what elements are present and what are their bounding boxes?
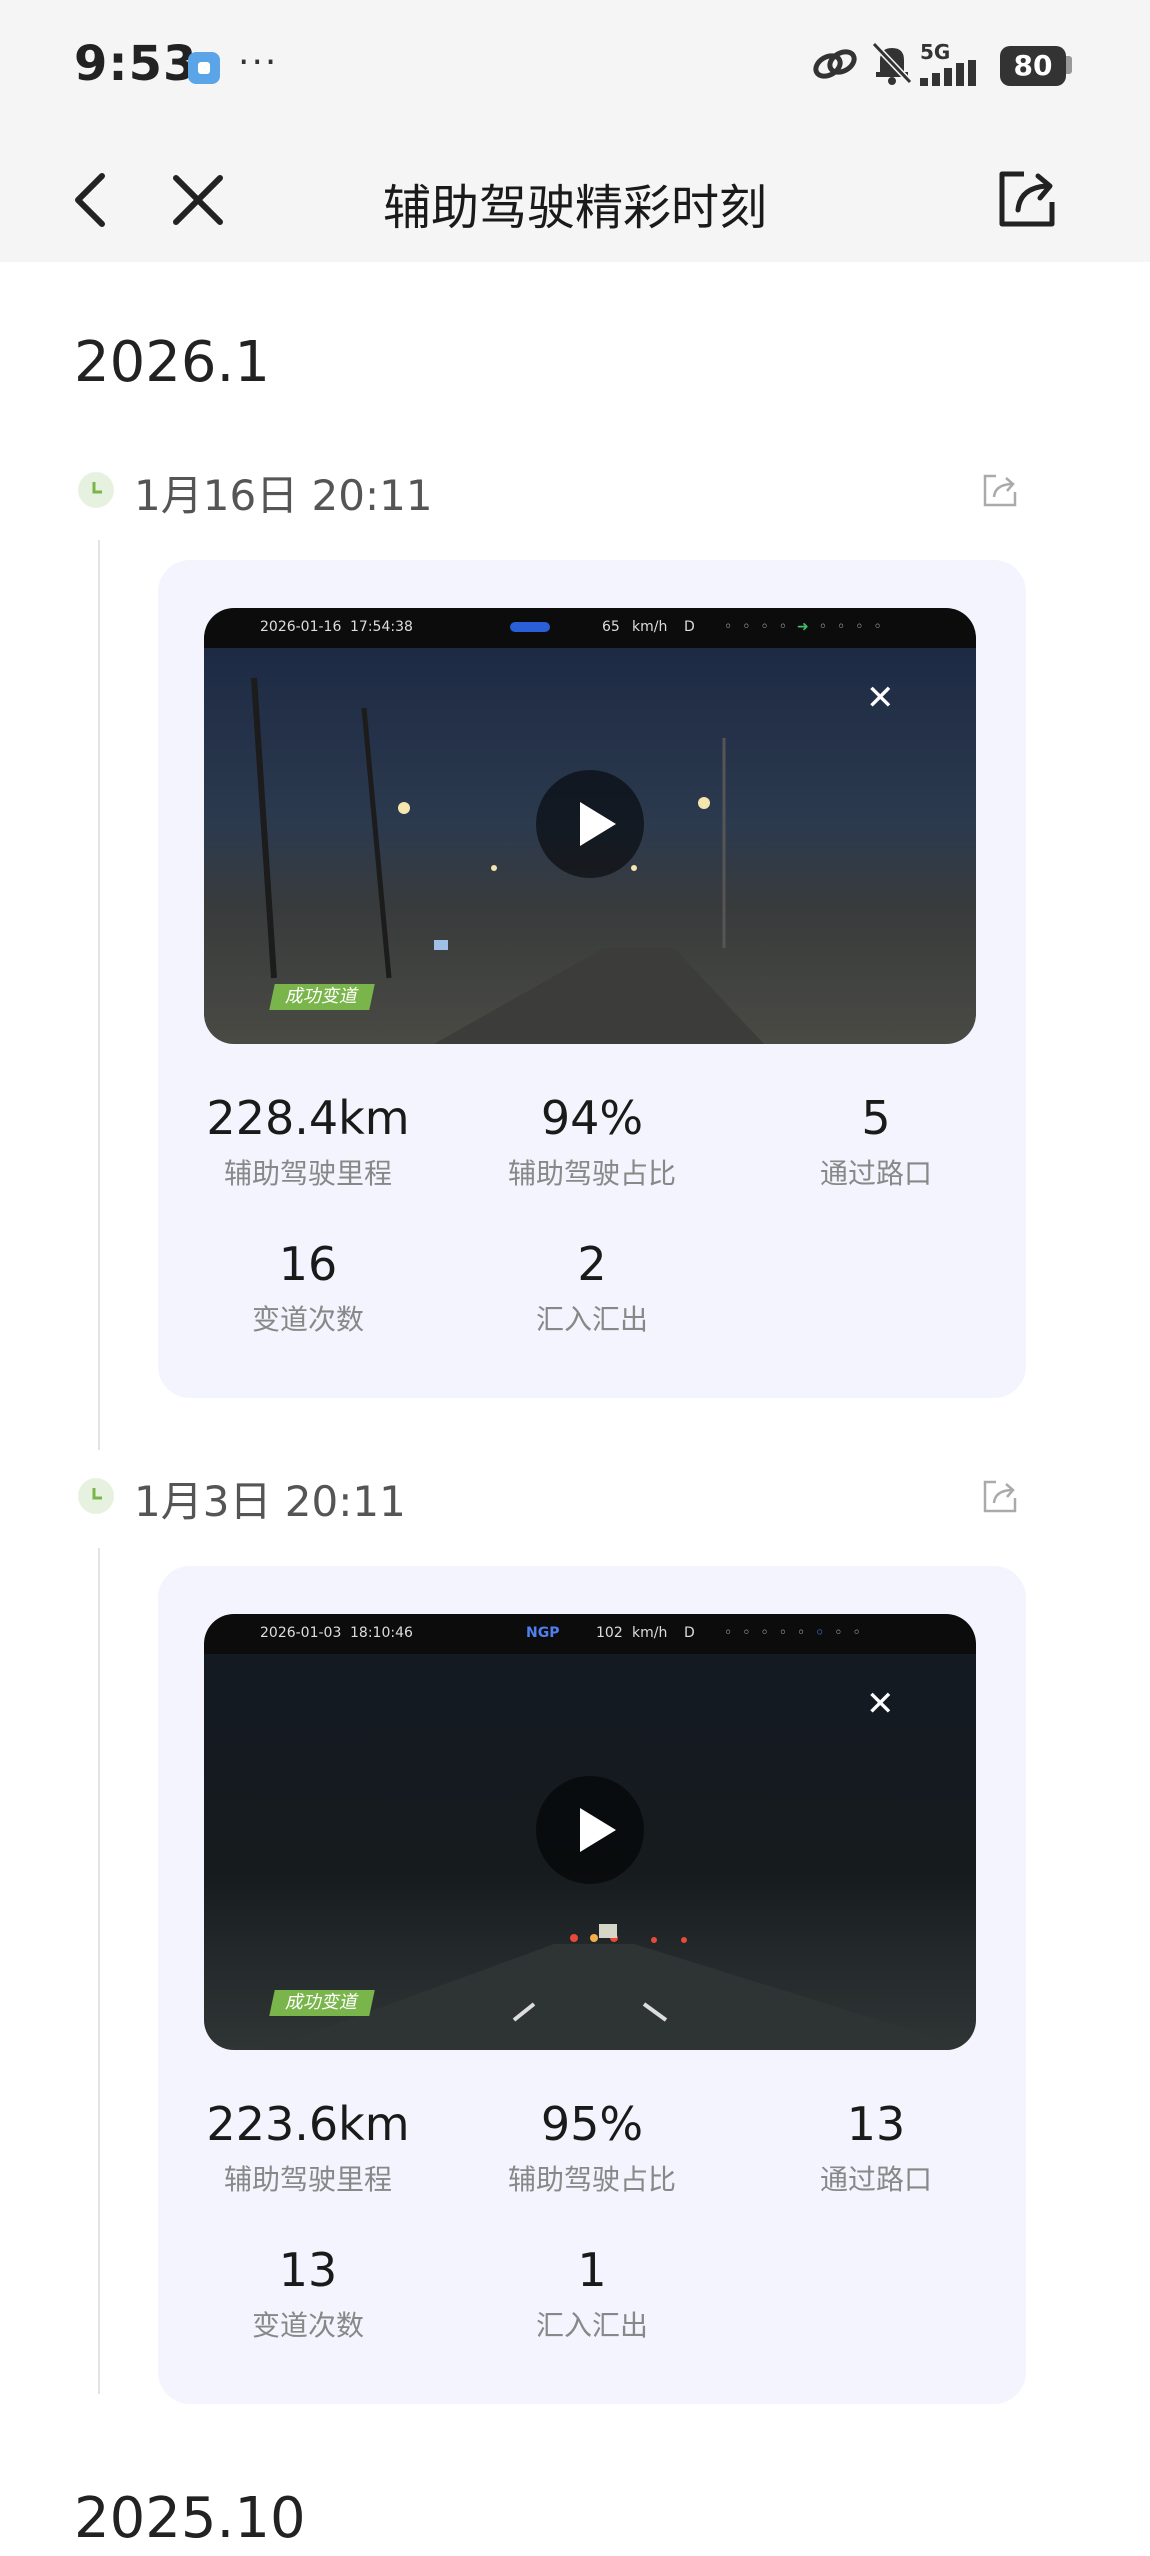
assist-status-icon [510, 622, 550, 632]
hud-time: 17:54:38 [350, 619, 413, 635]
entry-share-icon[interactable] [982, 472, 1018, 508]
more-notifications-icon: ··· [238, 42, 279, 83]
stat-value: 5 [861, 1091, 891, 1145]
status-bar: 9:53 ··· 5G 80 [0, 0, 1150, 130]
page-title: 辅助驾驶精彩时刻 [382, 180, 767, 236]
stat-label: 汇入汇出 [535, 2309, 648, 2342]
entry-date: 1月16日 20:11 [134, 471, 433, 520]
section-title: 2025.10 [74, 2486, 306, 2551]
hud-date: 2026-01-03 [260, 1625, 342, 1641]
link-icon [813, 49, 857, 79]
mute-bell-icon [871, 41, 913, 85]
hud-indicator-icons: ◦◦◦◦◦◦◦◦ [724, 1625, 871, 1641]
event-tag: 成功变道 [269, 1990, 375, 2016]
clock-icon [78, 472, 114, 508]
hud-speed: 65 [602, 619, 620, 635]
stat-ratio: 94% 辅助驾驶占比 [442, 1090, 742, 1192]
highlight-card: 2026-01-16 17:54:38 65 km/h D ◦◦◦◦➜◦◦◦◦ … [158, 560, 1026, 1398]
stat-intersections: 5 通过路口 [726, 1090, 1026, 1192]
stat-label: 通过路口 [819, 1157, 932, 1190]
stat-label: 汇入汇出 [535, 1303, 648, 1336]
clock-icon [78, 1478, 114, 1514]
timeline-line [98, 540, 100, 1450]
entry-date: 1月3日 20:11 [134, 1477, 406, 1526]
stat-merges: 1 汇入汇出 [442, 2242, 742, 2344]
hud-indicator-icons: ◦◦◦◦➜◦◦◦◦ [724, 619, 892, 635]
video-thumbnail[interactable]: 2026-01-03 18:10:46 NGP 102 km/h D ◦◦◦◦◦… [204, 1614, 976, 2050]
stat-label: 辅助驾驶占比 [507, 1157, 676, 1190]
brand-logo-icon: ✕ [866, 678, 895, 718]
section-title: 2026.1 [74, 330, 270, 395]
stat-label: 通过路口 [819, 2163, 932, 2196]
hud-gear: D [684, 619, 695, 635]
hud-time: 18:10:46 [350, 1625, 413, 1641]
stat-mileage: 228.4km 辅助驾驶里程 [158, 1090, 458, 1192]
stat-lane-changes: 13 变道次数 [158, 2242, 458, 2344]
hud-unit: km/h [632, 619, 668, 635]
stat-value: 2 [577, 1237, 607, 1291]
video-hud: 2026-01-16 17:54:38 65 km/h D ◦◦◦◦➜◦◦◦◦ [204, 608, 976, 648]
stat-ratio: 95% 辅助驾驶占比 [442, 2096, 742, 2198]
hud-speed: 102 [596, 1625, 623, 1641]
hud-gear: D [684, 1625, 695, 1641]
app-notification-icon [188, 52, 220, 84]
play-button[interactable] [536, 770, 644, 878]
battery-level: 80 [1000, 46, 1066, 86]
stat-value: 13 [846, 2097, 906, 2151]
stat-lane-changes: 16 变道次数 [158, 1236, 458, 1338]
highlight-card: 2026-01-03 18:10:46 NGP 102 km/h D ◦◦◦◦◦… [158, 1566, 1026, 2404]
hud-date: 2026-01-16 [260, 619, 342, 635]
signal-icon [920, 60, 976, 86]
video-thumbnail[interactable]: 2026-01-16 17:54:38 65 km/h D ◦◦◦◦➜◦◦◦◦ … [204, 608, 976, 1044]
stat-label: 辅助驾驶里程 [223, 1157, 392, 1190]
video-hud: 2026-01-03 18:10:46 NGP 102 km/h D ◦◦◦◦◦… [204, 1614, 976, 1654]
event-tag: 成功变道 [269, 984, 375, 1010]
stat-label: 变道次数 [251, 2309, 364, 2342]
stat-mileage: 223.6km 辅助驾驶里程 [158, 2096, 458, 2198]
stat-label: 辅助驾驶里程 [223, 2163, 392, 2196]
hud-mode: NGP [526, 1625, 560, 1641]
stat-value: 13 [278, 2243, 338, 2297]
timeline-line [98, 1548, 100, 2394]
battery-tip [1066, 56, 1072, 74]
play-button[interactable] [536, 1776, 644, 1884]
stat-label: 辅助驾驶占比 [507, 2163, 676, 2196]
stat-label: 变道次数 [251, 1303, 364, 1336]
stat-merges: 2 汇入汇出 [442, 1236, 742, 1338]
hud-unit: km/h [632, 1625, 668, 1641]
stat-value: 228.4km [206, 1091, 410, 1145]
entry-share-icon[interactable] [982, 1478, 1018, 1514]
stat-value: 94% [540, 1091, 644, 1145]
stat-value: 95% [540, 2097, 644, 2151]
brand-logo-icon: ✕ [866, 1684, 895, 1724]
stat-value: 223.6km [206, 2097, 410, 2151]
status-time: 9:53 [74, 36, 198, 92]
stat-value: 1 [577, 2243, 607, 2297]
stat-value: 16 [278, 1237, 338, 1291]
stat-intersections: 13 通过路口 [726, 2096, 1026, 2198]
